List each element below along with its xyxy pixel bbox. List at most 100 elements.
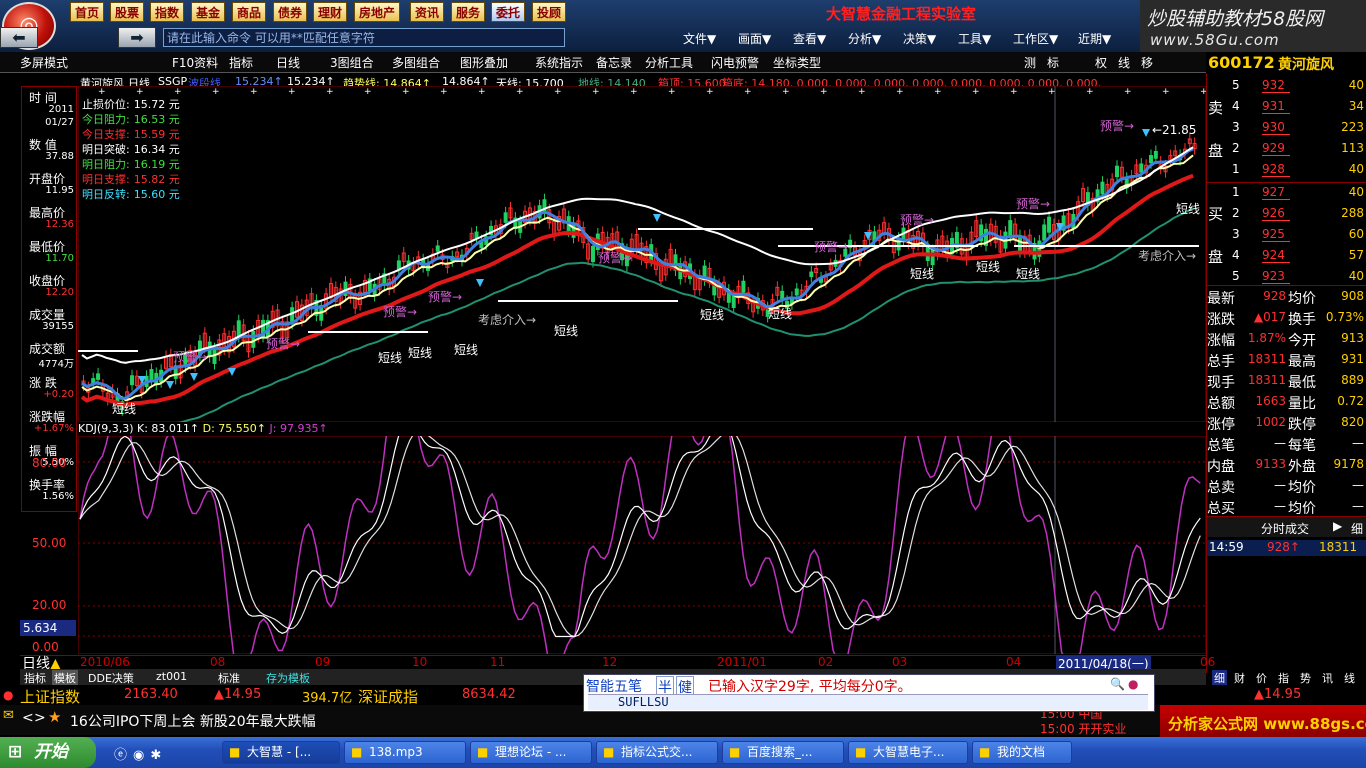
ie-icon[interactable]: ⓔ [114, 748, 133, 763]
stat-label: 换手 [1288, 312, 1316, 328]
taskbar-task[interactable]: ■ 我的文档 [972, 741, 1072, 764]
back-button[interactable]: ⬅ [0, 27, 38, 48]
right-bottom-tab[interactable]: 指 [1278, 670, 1289, 686]
toolbar-item[interactable]: 日线 [276, 54, 300, 71]
taskbar-task[interactable]: ■ 理想论坛 - ... [470, 741, 592, 764]
date-label: 2011/01 [717, 655, 767, 669]
right-bottom-tab[interactable]: 讯 [1322, 670, 1333, 686]
nav-button[interactable]: 首页 [70, 2, 105, 22]
stop-info-row: 明日反转: 15.60 元 [82, 186, 180, 202]
nav-button[interactable]: 债券 [273, 2, 308, 22]
order-volume: 34 [1348, 99, 1364, 113]
bottom-tab[interactable]: 指标 [24, 670, 46, 686]
shenzhen-index-name[interactable]: 深证成指 [358, 686, 418, 707]
toolbar-item[interactable]: 指标 [229, 54, 253, 71]
nav-button[interactable]: 委托 [491, 2, 526, 22]
bottom-tab[interactable]: 标准 [218, 670, 240, 686]
stop-info-row: 止损价位: 15.72 元 [82, 96, 180, 112]
toolbar-item[interactable]: 分析工具 [645, 54, 693, 71]
ime-window[interactable]: 智能五笔 半 健 已输入汉字29字, 平均每分0字。 🔍 ● SUFLLSU [583, 674, 1155, 712]
mail-icon[interactable]: ✉ [3, 708, 14, 723]
media-icon[interactable]: ◉ [133, 748, 150, 763]
task-label: 理想论坛 - ... [495, 745, 567, 759]
settings-icon[interactable]: ● [1128, 677, 1138, 691]
play-icon[interactable]: ▶ [1333, 519, 1342, 533]
taskbar-task[interactable]: ■ 大智慧电子... [848, 741, 968, 764]
task-app-icon: ■ [477, 745, 489, 759]
toolbar-item[interactable]: 备忘录 [596, 54, 632, 71]
nav-button[interactable]: 服务 [451, 2, 486, 22]
toolbar-right-item[interactable]: 标 [1047, 54, 1059, 71]
nav-button[interactable]: 房地产 [354, 2, 401, 22]
chart-label-warn: 预警→ [598, 250, 632, 265]
chart-label-warn: 预警→ [266, 336, 300, 351]
nav-button[interactable]: 资讯 [410, 2, 445, 22]
right-bottom-tab[interactable]: 财 [1234, 670, 1245, 686]
menu-item[interactable]: 文件▼ [683, 30, 716, 47]
toolbar-item[interactable]: 多图组合 [392, 54, 440, 71]
taskbar-task[interactable]: ■ 138.mp3 [344, 741, 466, 764]
top-mark-icon: + [288, 87, 296, 97]
top-mark-icon: + [440, 87, 448, 97]
nav-button[interactable]: 指数 [150, 2, 185, 22]
right-index-change: ▲14.95 [1254, 687, 1302, 702]
nav-button[interactable]: 投顾 [532, 2, 567, 22]
ime-mode[interactable]: 智能五笔 [586, 676, 642, 696]
right-bottom-tab[interactable]: 线 [1344, 670, 1355, 686]
candlestick-chart[interactable]: 预警→预警→预警→预警→预警→预警→预警→预警→预警→短线短线 短线 短线短线短线短… [78, 86, 1206, 422]
menu-item[interactable]: 工具▼ [958, 30, 991, 47]
stat-label: 内盘 [1207, 459, 1235, 475]
order-volume: 57 [1348, 248, 1364, 262]
toolbar-item[interactable]: 图形叠加 [460, 54, 508, 71]
toolbar-item[interactable]: 闪电预警 [711, 54, 759, 71]
chart-label-short: 短线 [700, 308, 724, 322]
candle-body [1008, 220, 1013, 238]
toolbar-item[interactable]: F10资料 [172, 54, 218, 71]
top-mark-icon: + [250, 87, 258, 97]
prev-news-icon[interactable]: < [22, 710, 34, 726]
nav-button[interactable]: 商品 [232, 2, 267, 22]
bottom-tab[interactable]: zt001 [156, 670, 187, 683]
nav-button[interactable]: 股票 [110, 2, 145, 22]
toolbar-right-item[interactable]: 权 [1095, 54, 1107, 71]
menu-item[interactable]: 画面▼ [738, 30, 771, 47]
taskbar-task[interactable]: ■ 百度搜索_... [722, 741, 844, 764]
tick-header-bar[interactable]: 分时成交 ▶ 细 [1207, 516, 1366, 537]
toolbar-item[interactable]: 3图组合 [330, 54, 374, 71]
taskbar-task[interactable]: ■ 大智慧 - [... [222, 741, 340, 764]
taskbar-task[interactable]: ■ 指标公式交... [596, 741, 718, 764]
menu-item[interactable]: 工作区▼ [1013, 30, 1058, 47]
toolbar-right-item[interactable]: 测 [1024, 54, 1036, 71]
bottom-tab[interactable]: 存为模板 [266, 670, 310, 686]
bottom-tab[interactable]: 模板 [52, 670, 78, 686]
toolbar-item[interactable]: 坐标类型 [773, 54, 821, 71]
toolbar-right-item[interactable]: 移 [1141, 54, 1153, 71]
start-button[interactable]: ⊞ 开始 [0, 737, 96, 768]
toolbar-right-item[interactable]: 线 [1118, 54, 1130, 71]
next-news-icon[interactable]: > [34, 710, 46, 726]
toolbar-item[interactable]: 系统指示 [535, 54, 583, 71]
right-bottom-tab[interactable]: 价 [1256, 670, 1267, 686]
menu-item[interactable]: 近期▼ [1078, 30, 1111, 47]
bottom-tab[interactable]: DDE决策 [88, 670, 134, 686]
shanghai-index-name[interactable]: 上证指数 [20, 686, 80, 707]
command-input[interactable]: 请在此输入命令 可以用**匹配任意字符 [163, 28, 565, 47]
menu-item[interactable]: 查看▼ [793, 30, 826, 47]
nav-button[interactable]: 理财 [313, 2, 348, 22]
menu-item[interactable]: 分析▼ [848, 30, 881, 47]
news-headline[interactable]: 16公司IPO下周上会 新股20年最大跌幅 [70, 711, 316, 731]
right-bottom-tab[interactable]: 势 [1300, 670, 1311, 686]
forward-button[interactable]: ➡ [118, 27, 156, 48]
top-mark-icon: + [516, 87, 524, 97]
nav-button[interactable]: 基金 [191, 2, 226, 22]
kdj-chart[interactable] [78, 436, 1206, 654]
magnifier-icon[interactable]: 🔍 [1110, 677, 1125, 691]
right-bottom-tab[interactable]: 细 [1212, 670, 1227, 686]
explorer-icon[interactable]: ✱ [150, 748, 167, 763]
ad-banner[interactable]: 分析家公式网 www.88gs.com [1160, 705, 1366, 737]
detail-tab[interactable]: 细 [1351, 520, 1363, 537]
toolbar-item[interactable]: 多屏模式 [20, 54, 68, 71]
candle-body [1153, 150, 1158, 159]
star-icon: ★ [48, 708, 62, 726]
menu-item[interactable]: 决策▼ [903, 30, 936, 47]
